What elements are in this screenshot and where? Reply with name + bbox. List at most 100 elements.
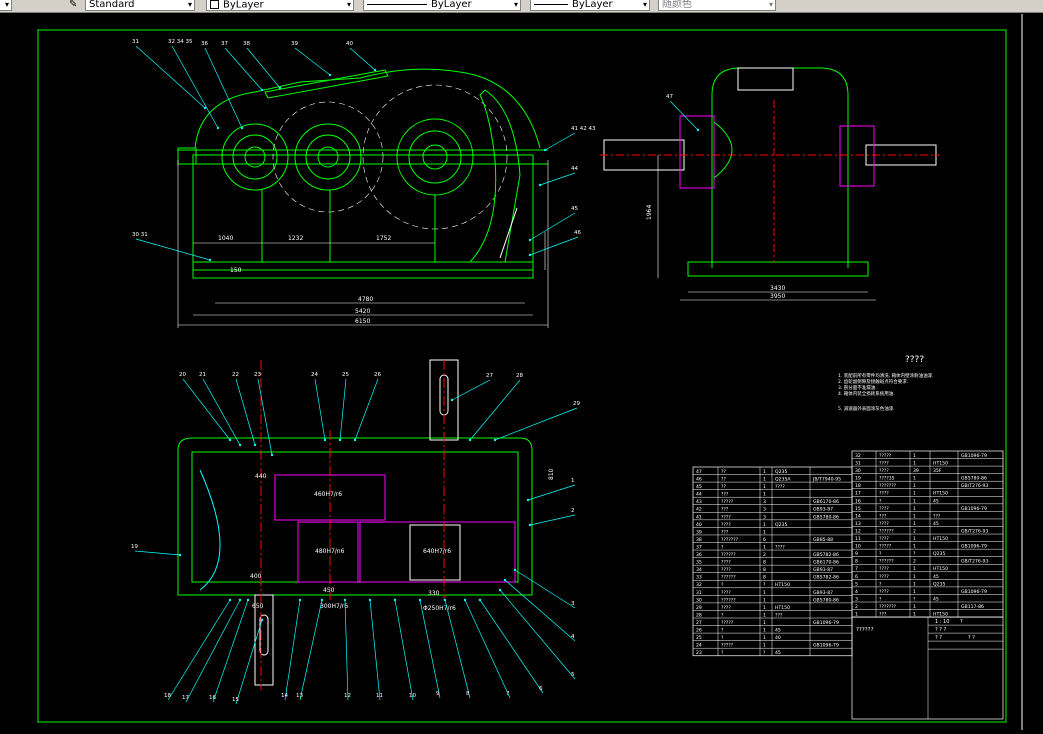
bom-cell: ???? — [775, 544, 785, 550]
bom-cell: 32 — [696, 582, 702, 588]
bearing-3-hub — [422, 144, 448, 170]
bom-row-8: 8?????? 2 GB/T276-93 — [855, 559, 988, 565]
bom-cell: ? — [879, 596, 882, 602]
bom-row-18: 18??????? 1 GB/T276-93 — [855, 483, 988, 489]
plan-callout-19-label: 19 — [131, 544, 138, 550]
plan-callout-24-leader — [314, 378, 326, 441]
bom-cell: 30 — [696, 597, 702, 603]
bom-cell: ?????? — [721, 575, 736, 581]
plan-callout-4-leader — [504, 579, 576, 642]
bearing-3-inner — [408, 130, 462, 184]
plan-callout-22-leader — [235, 378, 256, 446]
plan-callout-29-dot — [493, 438, 497, 442]
plan-callout-12: 12 — [343, 598, 351, 701]
front-callout-11: 30 31 — [132, 232, 212, 262]
note-line-4: 4. 箱体内装全损耗系统用油. — [838, 390, 895, 397]
bom-cell: ????? — [721, 643, 734, 649]
plan-callout-16-dot — [246, 598, 250, 602]
plan-callout-11-dot — [368, 598, 372, 602]
plan-callout-1-leader — [527, 484, 576, 501]
front-callout-4-label: 38 — [243, 41, 250, 47]
plan-callout-6-dot — [478, 598, 482, 602]
plan-callout-2-leader — [529, 514, 576, 526]
note-line-5: 5. 减速器外表面涂灰色油漆. — [838, 405, 895, 412]
bom-cell: HT150 — [933, 461, 948, 467]
bom-row-38: 38??????? 6 GB85-88 — [696, 537, 833, 543]
drawing-canvas[interactable]: 1040 1232 1752 4780 5420 6150 150 31 32 3… — [0, 12, 1043, 730]
bom-cell: 11 — [855, 536, 861, 542]
front-callout-1: 32 34 35 — [168, 39, 220, 130]
bom-cell: 8 — [763, 560, 766, 566]
notes-title: ???? — [905, 355, 924, 365]
bom-row-9: 9?? Q235 — [855, 551, 945, 557]
plan-callout-28-label: 28 — [516, 373, 523, 379]
front-callout-2-label: 36 — [201, 41, 208, 47]
plan-callout-28-dot — [468, 438, 472, 442]
bom-row-27: 27????? 1 GB1096-79 — [696, 620, 839, 626]
cad-drawing[interactable]: 1040 1232 1752 4780 5420 6150 150 31 32 3… — [0, 12, 1043, 730]
front-callout-1-leader — [171, 45, 219, 129]
dim-1964: 1964 — [646, 205, 653, 220]
plan-callout-14-leader — [284, 599, 301, 701]
lineweight-value: ByLayer — [572, 0, 613, 10]
bom-cell: 1 — [763, 620, 766, 626]
plan-view — [177, 359, 533, 690]
bom-cell: 12 — [855, 528, 861, 534]
bom-cell: ???? — [775, 484, 785, 490]
bom-cell: ???? — [721, 567, 731, 573]
bom-cell: 31 — [855, 461, 861, 467]
bom-cell: 29 — [696, 605, 702, 611]
plan-callout-26-leader — [354, 378, 379, 441]
dim-480h7: 480H7/n6 — [315, 548, 345, 555]
lineweight-select[interactable]: ByLayer ▾ — [530, 0, 650, 11]
bom-cell: 8 — [763, 575, 766, 581]
bom-cell: GB93-87 — [813, 567, 833, 573]
front-callout-3-dot — [260, 88, 264, 92]
side-view — [600, 67, 940, 277]
bom-cell: 1 — [763, 477, 766, 483]
bom-row-31: 31???? 1 GB93-87 — [696, 590, 833, 596]
plotstyle-select[interactable]: 随颜色 ▾ — [658, 0, 776, 11]
front-callout-3-label: 37 — [221, 41, 228, 47]
bom-cell: 16 — [855, 498, 861, 504]
dim-650: 650 — [252, 603, 264, 610]
front-callout-0-dot — [203, 106, 207, 110]
bom-cell: 1 — [763, 522, 766, 528]
bom-cell: 13 — [855, 521, 861, 527]
toolbar-left-stub[interactable]: ▾ — [0, 0, 12, 11]
bom-cell: ???? — [879, 491, 889, 497]
plan-callout-27-label: 27 — [486, 373, 493, 379]
dim-640h7: 640H7/r6 — [423, 548, 451, 555]
linetype-select[interactable]: ByLayer ▾ — [363, 0, 521, 11]
bom-cell: 17 — [855, 491, 861, 497]
bom-cell: 2 — [913, 559, 916, 565]
plan-callout-8: 8 — [443, 598, 471, 699]
dim-3950: 3950 — [770, 293, 785, 300]
front-callout-9-leader — [529, 212, 576, 241]
bom-cell: ??? — [721, 492, 729, 498]
front-callout-5-dot — [328, 73, 332, 77]
bom-cell: 10 — [855, 544, 861, 550]
textstyle-select[interactable]: Standard ▾ — [85, 0, 195, 11]
bom-cell: ??? — [879, 612, 887, 618]
plan-callout-15-dot — [260, 618, 264, 622]
plan-callout-14: 14 — [281, 598, 302, 701]
front-view — [177, 68, 548, 279]
plan-callout-25: 25 — [338, 372, 349, 442]
plan-callout-25-label: 25 — [342, 372, 349, 378]
plan-callout-12-dot — [343, 598, 347, 602]
bom-row-14: 14??? 1??? — [855, 513, 941, 519]
bom-cell: 19 — [855, 476, 861, 482]
bom-cell: ???? — [879, 589, 889, 595]
front-callout-6-leader — [349, 47, 376, 71]
bom-cell: 3 — [855, 596, 858, 602]
bom-cell: ???? — [879, 574, 889, 580]
bom-row-7: 7???? 1 HT150 — [855, 566, 948, 572]
bom-cell: GB117-86 — [961, 604, 984, 610]
bom-row-2: 2??????? 1 GB117-86 — [855, 604, 984, 610]
bom-cell: 35 — [696, 560, 702, 566]
bom-cell: ? — [913, 596, 916, 602]
layer-color-select[interactable]: ByLayer ▾ — [206, 0, 354, 11]
textstyle-icon[interactable]: ✎ — [66, 0, 78, 11]
bom-cell: ??? — [721, 529, 729, 535]
